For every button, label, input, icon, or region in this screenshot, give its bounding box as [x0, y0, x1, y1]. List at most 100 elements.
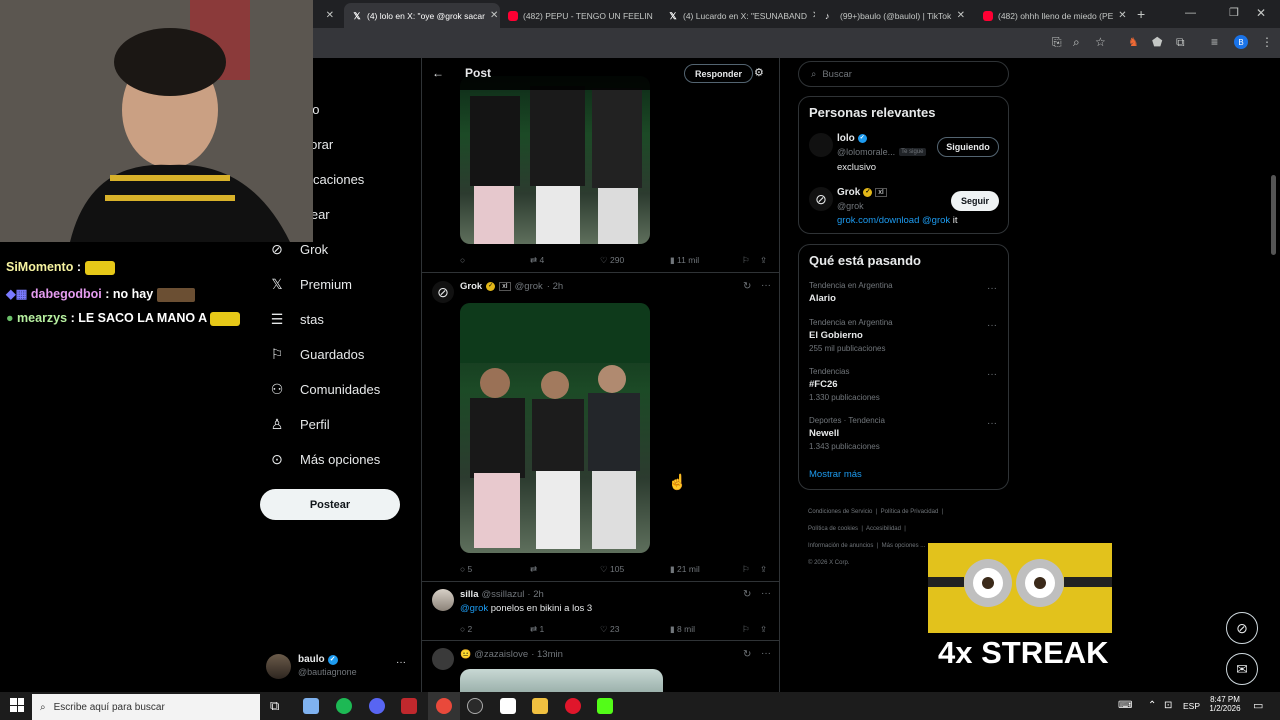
- tweet-time[interactable]: · 2h: [547, 281, 563, 292]
- author-handle[interactable]: @zazaislove: [474, 649, 528, 660]
- nav-communities[interactable]: ⚇ Comunidades: [268, 381, 381, 398]
- author-name[interactable]: Grok: [460, 281, 482, 292]
- avatar[interactable]: [809, 133, 833, 157]
- reply-icon[interactable]: ○ 5: [460, 564, 472, 574]
- more-icon[interactable]: ···: [987, 369, 997, 380]
- person-handle[interactable]: @grok: [837, 201, 864, 211]
- chrome-icon[interactable]: [436, 698, 452, 714]
- tweet-image[interactable]: [460, 303, 650, 553]
- grok-refresh-icon[interactable]: ↻: [743, 649, 751, 660]
- like-icon[interactable]: ♡ 105: [600, 564, 624, 575]
- clock[interactable]: 8:47 PM 1/2/2026: [1208, 695, 1242, 713]
- timeline-column[interactable]: ○ ⇄ 4 ♡ 290 ▮ 11 mil ⚐ ⇪ ⊘ Grok ✓ xI @gr…: [421, 58, 780, 692]
- close-window-icon[interactable]: ✕: [1256, 6, 1266, 20]
- spotify-icon[interactable]: [336, 698, 352, 714]
- trend-item[interactable]: Tendencia en Argentina El Gobierno 255 m…: [809, 318, 999, 353]
- nav-more[interactable]: ⊙ Más opciones: [268, 451, 380, 468]
- close-tab-icon[interactable]: ✕: [812, 10, 815, 21]
- nav-grok[interactable]: ⊘ Grok: [268, 241, 328, 258]
- post-button[interactable]: Postear: [260, 489, 400, 520]
- reply-icon[interactable]: ○: [460, 255, 465, 265]
- footer-link[interactable]: Condiciones de Servicio: [808, 509, 872, 515]
- more-icon[interactable]: ···: [761, 588, 771, 599]
- reply-icon[interactable]: ○ 2: [460, 624, 472, 634]
- like-icon[interactable]: ♡ 290: [600, 255, 624, 266]
- messages-float-icon[interactable]: ✉: [1226, 653, 1258, 685]
- kick-icon[interactable]: [597, 698, 613, 714]
- opera-icon[interactable]: [565, 698, 581, 714]
- grok-avatar-icon[interactable]: ⊘: [809, 187, 833, 211]
- profile-avatar[interactable]: B: [1234, 35, 1248, 49]
- chevron-up-icon[interactable]: ⌃: [1148, 700, 1156, 711]
- tab-active[interactable]: 𝕏 (4) lolo en X: "oye @grok sacar ✕: [344, 3, 500, 28]
- views-icon[interactable]: ▮ 11 mil: [670, 255, 699, 266]
- author-handle[interactable]: @ssillazul: [482, 589, 525, 600]
- person-name-row[interactable]: Grok ✓ xI: [837, 187, 887, 198]
- bookmark-icon[interactable]: ⚐: [742, 255, 750, 266]
- views-icon[interactable]: ▮ 8 mil: [670, 624, 695, 635]
- bookmark-icon[interactable]: ⚐: [742, 564, 750, 575]
- notifications-icon[interactable]: ▭: [1253, 699, 1263, 712]
- retweet-icon[interactable]: ⇄ 1: [530, 624, 544, 635]
- account-switcher[interactable]: baulo ✓ @bautiagnone ···: [266, 652, 412, 684]
- zoom-icon[interactable]: ⌕: [1073, 35, 1080, 50]
- more-icon[interactable]: ···: [987, 320, 997, 331]
- show-more-link[interactable]: Mostrar más: [809, 469, 862, 480]
- close-tab-icon[interactable]: ✕: [1118, 10, 1126, 21]
- more-icon[interactable]: ···: [761, 648, 771, 659]
- bookmark-icon[interactable]: ⚐: [742, 624, 750, 635]
- avatar[interactable]: [432, 589, 454, 611]
- views-icon[interactable]: ▮ 21 mil: [670, 564, 700, 575]
- taskbar-search-input[interactable]: ⌕ Escribe aquí para buscar: [32, 694, 260, 720]
- windows-start-icon[interactable]: [10, 698, 24, 712]
- close-tab-icon[interactable]: ✕: [326, 10, 334, 21]
- footer-link[interactable]: Más opciones ...: [882, 543, 926, 549]
- kebab-menu-icon[interactable]: ⋮: [1261, 35, 1273, 49]
- discord-icon[interactable]: [369, 698, 385, 714]
- extensions-puzzle-icon[interactable]: ⧉: [1176, 35, 1185, 50]
- minimize-icon[interactable]: —: [1185, 7, 1196, 19]
- bookmark-star-icon[interactable]: ☆: [1095, 35, 1106, 49]
- share-icon[interactable]: ⇪: [760, 564, 767, 575]
- following-button[interactable]: Siguiendo: [937, 137, 999, 157]
- footer-link[interactable]: Información de anuncios: [808, 543, 873, 549]
- grok-refresh-icon[interactable]: ↻: [743, 281, 751, 292]
- restore-icon[interactable]: ❐: [1229, 6, 1239, 19]
- keyboard-icon[interactable]: ⌨: [1118, 700, 1132, 711]
- new-tab-button[interactable]: +: [1137, 6, 1145, 22]
- network-icon[interactable]: ⊡: [1164, 700, 1172, 711]
- tab-partial[interactable]: ✕: [312, 3, 342, 28]
- retweet-icon[interactable]: ⇄ 4: [530, 255, 544, 266]
- tab-2[interactable]: (482) PEPU - TENGO UN FEELIN ✕: [500, 3, 658, 28]
- more-icon[interactable]: ···: [987, 418, 997, 429]
- trend-item[interactable]: Tendencias #FC26 1.330 publicaciones ···: [809, 367, 999, 402]
- close-tab-icon[interactable]: ✕: [490, 10, 498, 21]
- tab-5[interactable]: (482) ohhh lleno de miedo (PE ✕: [975, 3, 1131, 28]
- reply-button[interactable]: Responder: [684, 64, 754, 83]
- follow-button[interactable]: Seguir: [951, 191, 999, 211]
- sliders-icon[interactable]: ⚙: [754, 66, 764, 79]
- tweet-image[interactable]: [460, 669, 663, 692]
- mention-link[interactable]: @grok: [460, 603, 488, 614]
- person-handle[interactable]: @lolomorale...: [837, 147, 895, 157]
- extension-icon[interactable]: ⬟: [1152, 35, 1162, 49]
- nav-bookmarks[interactable]: ⚐ Guardados: [268, 346, 365, 363]
- trend-item[interactable]: Tendencia en Argentina Alario ···: [809, 281, 999, 304]
- share-icon[interactable]: ⇪: [760, 255, 767, 266]
- footer-link[interactable]: Accesibilidad: [866, 526, 901, 532]
- nav-lists[interactable]: ☰ stas: [268, 311, 324, 328]
- person-name-row[interactable]: lolo ✓: [837, 133, 867, 144]
- task-view-icon[interactable]: ⧉: [270, 698, 286, 714]
- back-arrow-icon[interactable]: ←: [432, 66, 444, 80]
- file-explorer-icon[interactable]: [532, 698, 548, 714]
- grok-refresh-icon[interactable]: ↻: [743, 589, 751, 600]
- author-name[interactable]: silla: [460, 589, 479, 600]
- copilot-icon[interactable]: [303, 698, 319, 714]
- close-tab-icon[interactable]: ✕: [957, 10, 965, 21]
- more-icon[interactable]: ···: [761, 280, 771, 291]
- tab-4[interactable]: ♪ (99+)baulo (@baulol) | TikTok ✕: [817, 3, 973, 28]
- grok-avatar-icon[interactable]: ⊘: [432, 281, 454, 303]
- nav-profile[interactable]: ♙ Perfil: [268, 416, 330, 433]
- like-icon[interactable]: ♡ 23: [600, 624, 619, 635]
- search-input[interactable]: ⌕ Buscar: [798, 61, 1009, 87]
